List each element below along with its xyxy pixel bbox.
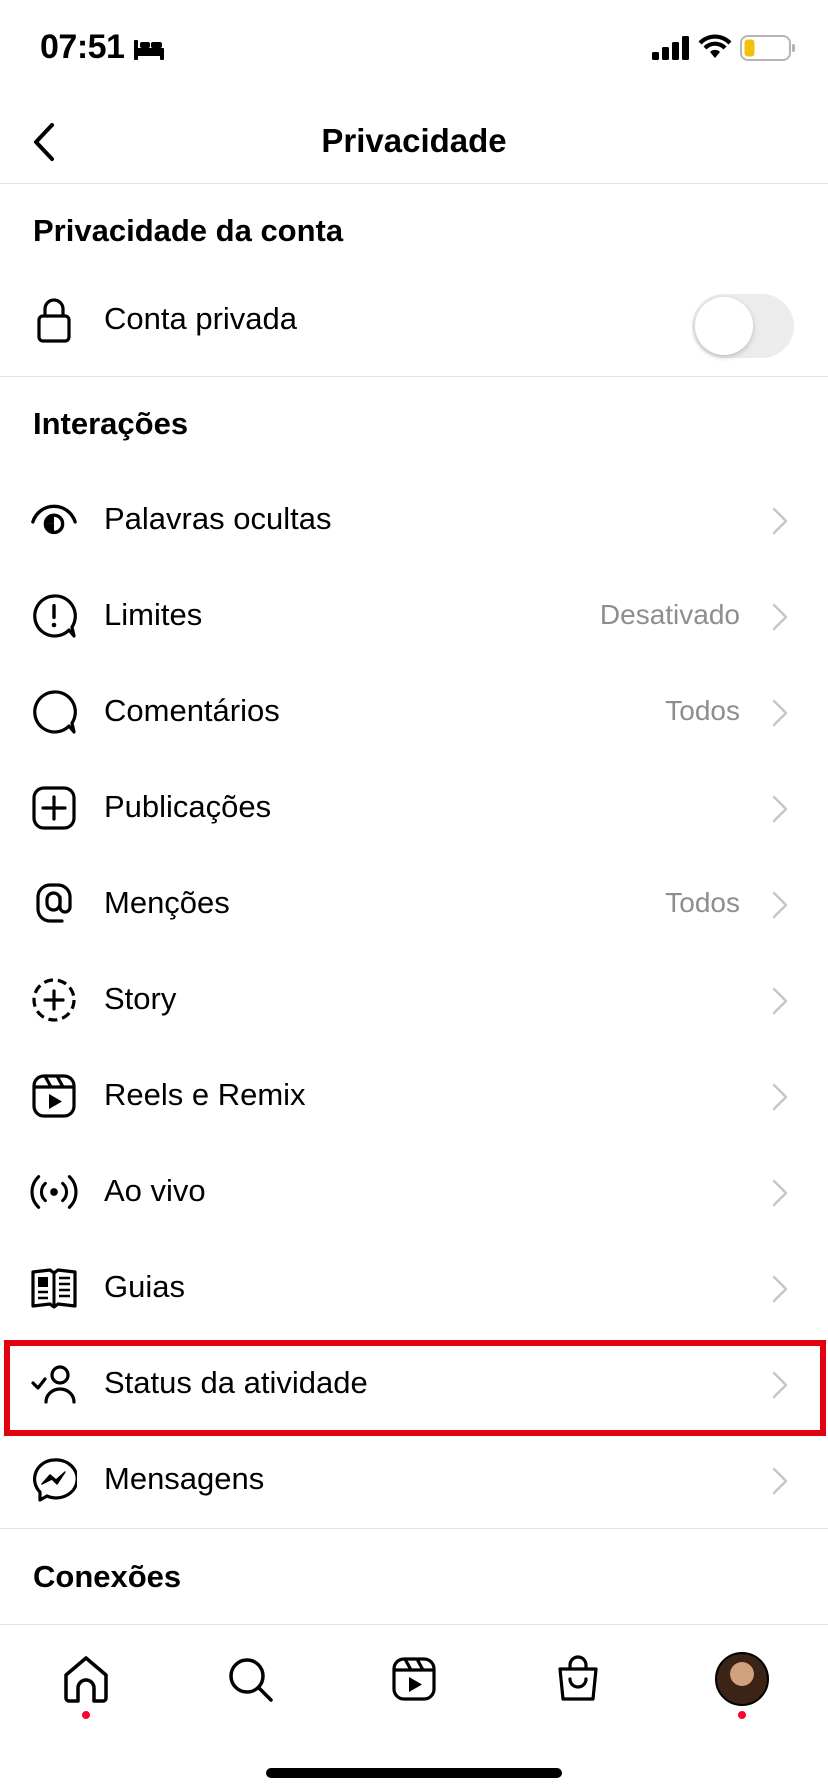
chevron-right-icon <box>772 699 788 727</box>
story-row[interactable]: Story <box>0 952 828 1048</box>
reels-icon <box>392 1657 436 1701</box>
status-time: 07:51 <box>40 28 125 66</box>
shopping-bag-icon <box>558 1655 598 1701</box>
row-label: Mensagens <box>104 1461 265 1496</box>
reels-icon <box>30 1072 78 1120</box>
private-account-toggle[interactable] <box>692 294 794 358</box>
highlight-box <box>4 1340 826 1436</box>
notification-dot <box>82 1711 90 1719</box>
live-row[interactable]: Ao vivo <box>0 1144 828 1240</box>
row-label: Publicações <box>104 789 272 824</box>
live-icon <box>30 1168 78 1216</box>
row-label: Reels e Remix <box>104 1077 306 1112</box>
tab-shop[interactable] <box>550 1651 606 1707</box>
chevron-right-icon <box>772 1275 788 1303</box>
page-title: Privacidade <box>321 122 507 159</box>
posts-row[interactable]: Publicações <box>0 760 828 856</box>
home-icon <box>64 1656 108 1703</box>
chevron-right-icon <box>772 1179 788 1207</box>
chevron-right-icon <box>772 507 788 535</box>
wifi-icon <box>698 34 732 58</box>
chevron-right-icon <box>772 795 788 823</box>
private-account-label: Conta privada <box>104 301 298 336</box>
tab-bar <box>0 1624 828 1792</box>
add-post-icon <box>30 784 78 832</box>
eye-icon <box>30 496 78 544</box>
row-label: Comentários <box>104 693 280 728</box>
row-value: Todos <box>665 887 740 918</box>
section-title-account-privacy: Privacidade da conta <box>33 213 344 248</box>
chevron-right-icon <box>772 987 788 1015</box>
tab-profile[interactable] <box>714 1651 770 1707</box>
guides-row[interactable]: Guias <box>0 1240 828 1336</box>
comments-row[interactable]: Comentários Todos <box>0 664 828 760</box>
chevron-right-icon <box>772 1467 788 1495</box>
tab-search[interactable] <box>222 1651 278 1707</box>
notification-dot <box>738 1711 746 1719</box>
tab-reels[interactable] <box>386 1651 442 1707</box>
divider <box>0 1528 828 1529</box>
signal-icon <box>652 36 689 60</box>
lock-icon <box>30 296 78 344</box>
limits-row[interactable]: Limites Desativado <box>0 568 828 664</box>
row-label: Guias <box>104 1269 185 1304</box>
row-label: Story <box>104 981 177 1016</box>
bed-icon <box>134 40 164 60</box>
comment-icon <box>30 688 78 736</box>
guides-icon <box>30 1264 78 1312</box>
tab-home[interactable] <box>58 1651 114 1707</box>
row-label: Menções <box>104 885 230 920</box>
chevron-right-icon <box>772 891 788 919</box>
reels-remix-row[interactable]: Reels e Remix <box>0 1048 828 1144</box>
messenger-icon <box>30 1456 78 1504</box>
avatar <box>715 1652 769 1706</box>
row-label: Palavras ocultas <box>104 501 332 536</box>
toggle-knob <box>695 297 753 355</box>
divider <box>0 376 828 377</box>
messages-row[interactable]: Mensagens <box>0 1432 828 1528</box>
limits-icon <box>30 592 78 640</box>
row-label: Limites <box>104 597 203 632</box>
status-bar: 07:51 <box>0 0 828 100</box>
chevron-right-icon <box>772 603 788 631</box>
row-value: Todos <box>665 695 740 726</box>
row-value: Desativado <box>599 599 740 630</box>
mentions-row[interactable]: Menções Todos <box>0 856 828 952</box>
section-title-interactions: Interações <box>33 406 189 441</box>
story-add-icon <box>30 976 78 1024</box>
chevron-right-icon <box>772 1083 788 1111</box>
row-label: Ao vivo <box>104 1173 206 1208</box>
home-indicator <box>266 1768 562 1778</box>
section-title-connections: Conexões <box>33 1559 182 1594</box>
search-icon <box>229 1658 273 1702</box>
header: Privacidade <box>0 100 828 184</box>
hidden-words-row[interactable]: Palavras ocultas <box>0 472 828 568</box>
battery-icon <box>740 35 795 61</box>
at-icon <box>30 880 78 928</box>
